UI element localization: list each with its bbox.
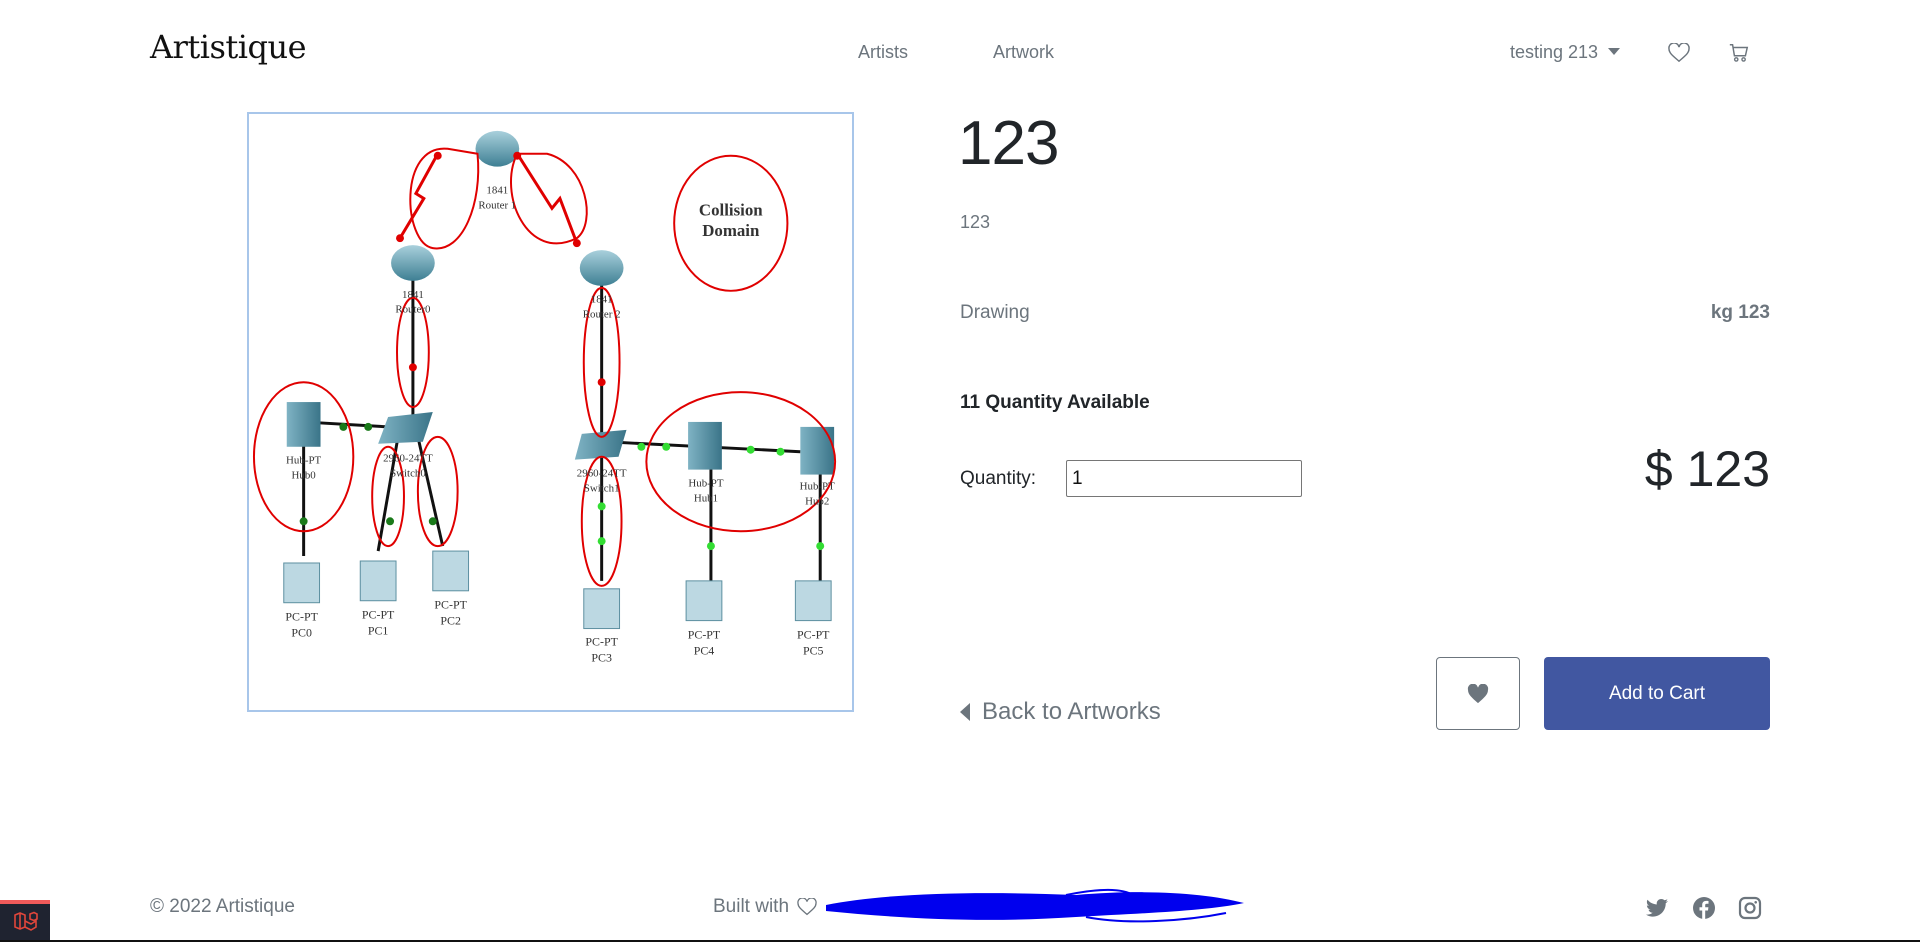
heart-outline-icon <box>1668 43 1690 63</box>
pc-label: PC0 <box>291 625 312 639</box>
laravel-icon <box>14 911 38 931</box>
quantity-available: 11 Quantity Available <box>960 392 1150 413</box>
user-name: testing 213 <box>1510 42 1599 62</box>
artwork-weight: kg 123 <box>1710 302 1770 323</box>
switch-label: 2960-24TT <box>577 468 627 480</box>
router-label: Router 2 <box>583 309 621 321</box>
back-to-artworks-link[interactable]: Back to Artworks <box>960 698 1161 726</box>
pc-label: PC-PT <box>585 634 618 648</box>
caret-left-icon <box>960 703 970 721</box>
quantity-label: Quantity: <box>960 468 1037 489</box>
hub-label: Hub0 <box>292 470 317 482</box>
brand-logo[interactable]: Artistique <box>150 28 307 66</box>
network-diagram: Collision Domain 1841 Router 1 1841 Router0 18… <box>252 130 837 664</box>
heart-filled-icon <box>1467 683 1489 703</box>
nav-link-artwork[interactable]: Artwork <box>993 42 1054 63</box>
pc-label: PC-PT <box>797 627 830 641</box>
artwork-title: 123 <box>958 109 1059 178</box>
hub-label: Hub-PT <box>800 480 835 492</box>
collision-domain-legend: Collision <box>699 200 763 219</box>
footer-copyright: © 2022 Artistique <box>150 896 295 917</box>
switch-label: 2960-24TT <box>383 453 433 465</box>
pc-label: PC-PT <box>362 608 395 622</box>
pc-label: PC-PT <box>285 610 318 624</box>
router-label: 1841 <box>486 184 508 196</box>
pc-label: PC5 <box>803 643 824 657</box>
switch-label: Switch1 <box>584 482 620 494</box>
hub-label: Hub2 <box>805 495 829 507</box>
hub-label: Hub-PT <box>286 455 321 467</box>
nav-link-artists[interactable]: Artists <box>858 42 908 63</box>
footer-built-with: Built with <box>713 896 817 918</box>
caret-down-icon <box>1608 47 1621 55</box>
laravel-debugbar-toggle[interactable] <box>0 900 50 942</box>
cart-nav-button[interactable] <box>1726 40 1752 66</box>
router-label: 1841 <box>591 294 613 306</box>
instagram-icon[interactable] <box>1738 896 1762 920</box>
heart-outline-icon <box>797 898 817 916</box>
built-with-label: Built with <box>713 896 790 917</box>
pc-label: PC3 <box>591 650 612 664</box>
links <box>302 263 822 581</box>
router-label: 1841 <box>402 289 424 301</box>
back-label: Back to Artworks <box>982 698 1161 725</box>
add-to-wishlist-button[interactable] <box>1436 657 1520 730</box>
facebook-icon[interactable] <box>1692 896 1716 920</box>
pc-label: PC-PT <box>434 598 467 612</box>
twitter-icon[interactable] <box>1645 896 1669 920</box>
pc-label: PC2 <box>440 614 461 628</box>
collision-domain-legend: Domain <box>702 221 760 240</box>
add-to-cart-button[interactable]: Add to Cart <box>1544 657 1770 730</box>
navbar: Artistique Artists Artwork testing 213 <box>0 0 1920 105</box>
redaction-scribble <box>826 888 1244 923</box>
hubs <box>286 402 835 475</box>
hub-label: Hub1 <box>694 492 718 504</box>
user-menu-dropdown[interactable]: testing 213 <box>1510 42 1621 63</box>
artwork-price: $ 123 <box>1644 441 1770 497</box>
pc-label: PC1 <box>368 624 389 638</box>
router-label: Router 1 <box>478 199 516 211</box>
wishlist-nav-button[interactable] <box>1666 40 1692 66</box>
hub-label: Hub-PT <box>688 478 723 490</box>
pc-label: PC4 <box>694 643 715 657</box>
switch-label: Switch0 <box>390 468 426 480</box>
pc-label: PC-PT <box>688 627 721 641</box>
quantity-input[interactable] <box>1066 460 1302 497</box>
artwork-description: 123 <box>960 212 991 232</box>
artwork-category: Drawing <box>960 302 1030 323</box>
artwork-image: Collision Domain 1841 Router 1 1841 Router0 18… <box>247 112 854 712</box>
router-label: Router0 <box>395 304 431 316</box>
cart-icon <box>1729 44 1749 62</box>
